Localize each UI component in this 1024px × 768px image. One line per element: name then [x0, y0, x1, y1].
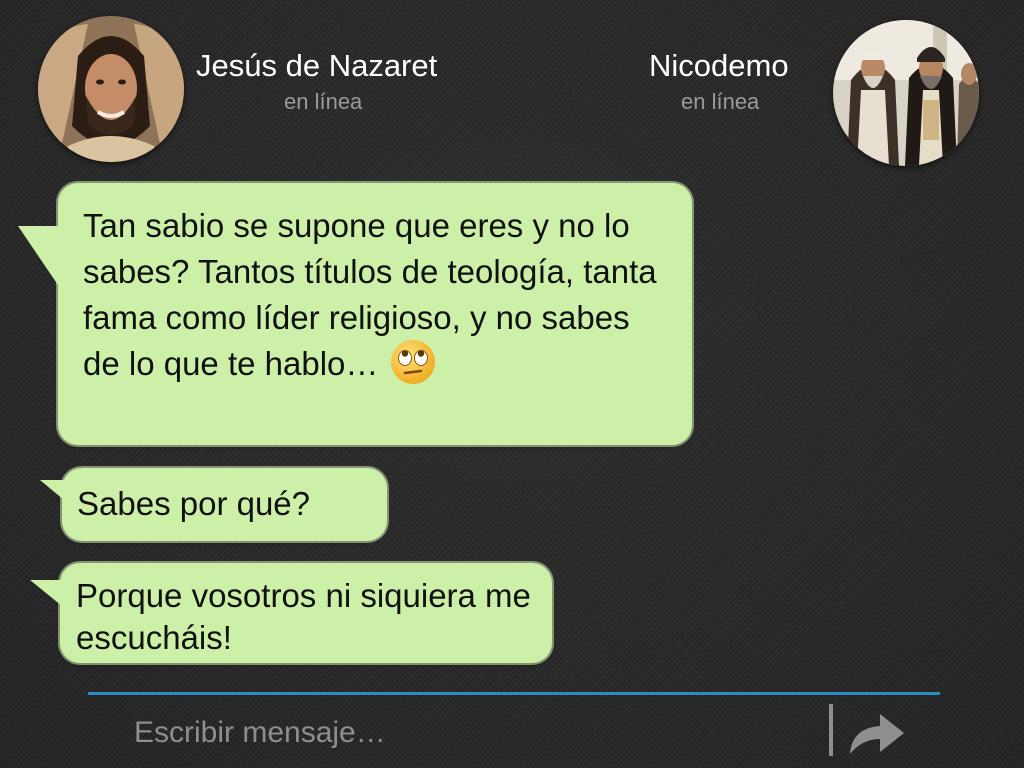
- avatar-jesus[interactable]: [38, 16, 184, 162]
- avatar-nicodemo-image: [833, 20, 979, 166]
- contact-name-jesus: Jesús de Nazaret: [196, 48, 438, 83]
- avatar-jesus-image: [38, 16, 184, 162]
- send-arrow-icon: [850, 714, 904, 754]
- contact-status-jesus: en línea: [284, 89, 363, 114]
- message-bubble[interactable]: Tan sabio se supone que eres y no lo sab…: [18, 183, 692, 445]
- message-bubble[interactable]: Sabes por qué?: [40, 468, 387, 541]
- text-cursor-bar: [829, 704, 833, 756]
- input-divider: [88, 692, 940, 695]
- bubble-tail: [30, 580, 62, 606]
- avatar-nicodemo[interactable]: [833, 20, 979, 166]
- contact-name-nicodemo: Nicodemo: [649, 48, 789, 83]
- rolling-eyes-emoji-icon: [390, 339, 436, 385]
- message-text: Porque vosotros ni siquiera me escucháis…: [76, 577, 531, 656]
- contact-status-nicodemo: en línea: [681, 89, 760, 114]
- message-bubble[interactable]: Porque vosotros ni siquiera me escucháis…: [30, 563, 552, 663]
- send-button[interactable]: [846, 706, 908, 758]
- bubble-tail: [18, 226, 60, 288]
- message-text: Tan sabio se supone que eres y no lo sab…: [83, 207, 657, 382]
- message-text: Sabes por qué?: [77, 485, 311, 522]
- message-input[interactable]: [132, 708, 806, 758]
- bubble-tail: [40, 480, 64, 500]
